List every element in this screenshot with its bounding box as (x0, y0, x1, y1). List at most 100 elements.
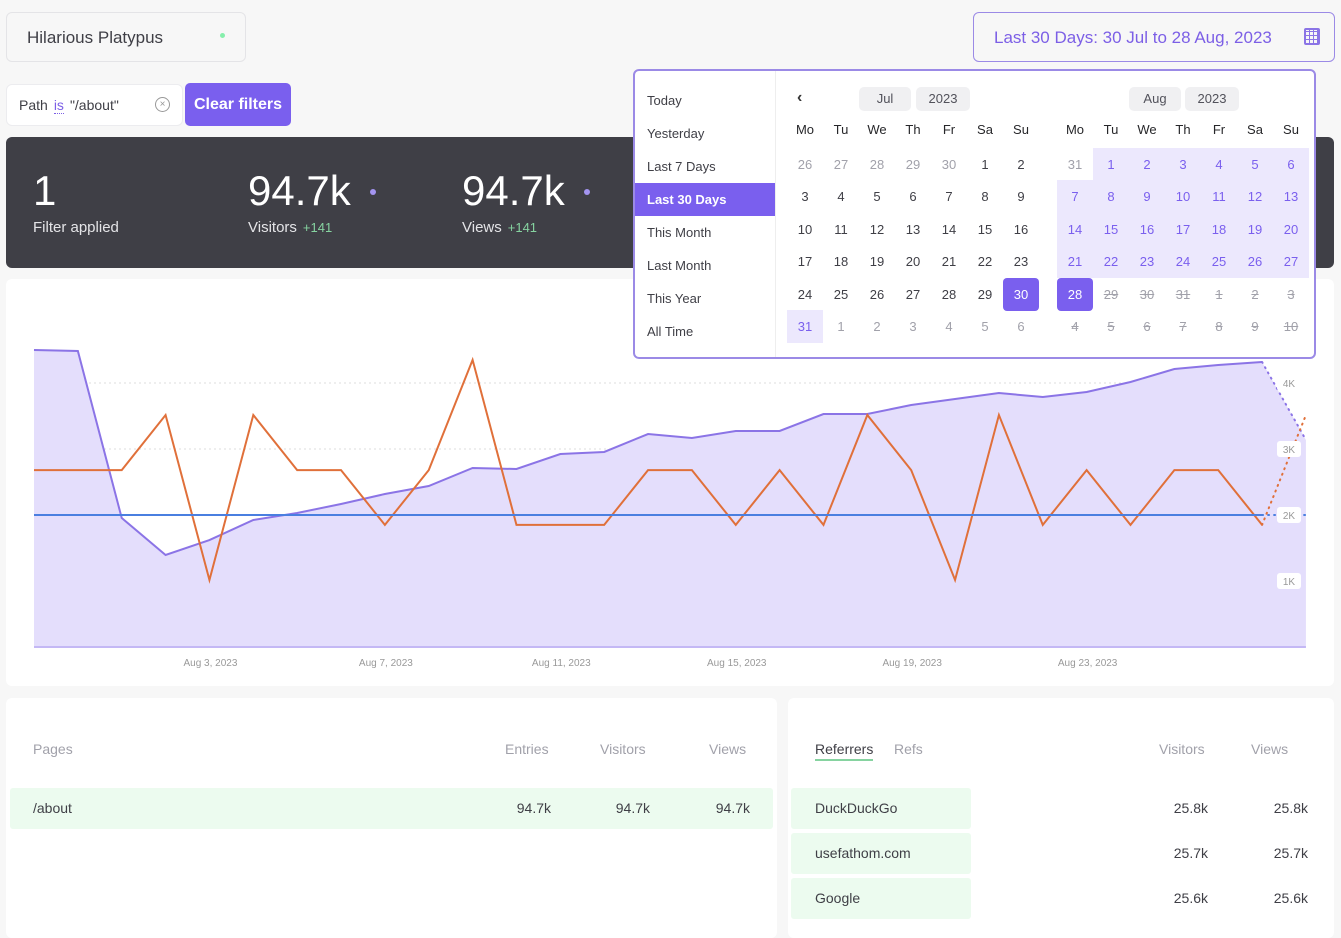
day-cell[interactable]: 16 (1129, 212, 1165, 246)
day-cell[interactable]: 10 (1165, 180, 1201, 214)
tab-referrers[interactable]: Referrers (815, 741, 874, 761)
day-cell[interactable]: 26 (1237, 245, 1273, 279)
day-cell[interactable]: 8 (967, 180, 1003, 213)
day-cell[interactable]: 16 (1003, 213, 1039, 246)
day-cell[interactable]: 2 (859, 310, 895, 343)
filter-operator[interactable]: is (53, 97, 64, 114)
day-cell[interactable]: 18 (1201, 212, 1237, 246)
day-cell[interactable]: 18 (823, 245, 859, 278)
day-cell[interactable]: 24 (1165, 245, 1201, 279)
date-range-button[interactable]: Last 30 Days: 30 Jul to 28 Aug, 2023 (973, 12, 1335, 62)
referrer-row[interactable]: DuckDuckGo (791, 788, 971, 829)
preset-yesterday[interactable]: Yesterday (635, 117, 775, 150)
day-cell[interactable]: 15 (967, 213, 1003, 246)
day-cell[interactable]: 3 (1165, 148, 1201, 181)
clear-filters-button[interactable]: Clear filters (185, 83, 291, 126)
day-cell[interactable]: 13 (895, 213, 931, 246)
day-cell[interactable]: 20 (895, 245, 931, 278)
day-cell[interactable]: 11 (1201, 180, 1237, 214)
day-cell[interactable]: 9 (1003, 180, 1039, 213)
visitors-header[interactable]: Visitors (1159, 741, 1205, 757)
day-cell[interactable]: 27 (823, 148, 859, 181)
day-cell[interactable]: 14 (931, 213, 967, 246)
day-cell[interactable]: 11 (823, 213, 859, 246)
referrer-row[interactable]: Google (791, 878, 971, 919)
day-cell[interactable]: 19 (859, 245, 895, 278)
stat-views[interactable]: 94.7k Views +141 (462, 165, 590, 236)
day-cell[interactable]: 10 (787, 213, 823, 246)
entries-header[interactable]: Entries (505, 741, 549, 757)
day-cell[interactable]: 28 (931, 278, 967, 311)
day-cell[interactable]: 24 (787, 278, 823, 311)
day-cell[interactable]: 28 (859, 148, 895, 181)
day-cell[interactable]: 23 (1129, 245, 1165, 279)
day-cell[interactable]: 25 (823, 278, 859, 311)
day-cell[interactable]: 27 (895, 278, 931, 311)
day-cell[interactable]: 29 (895, 148, 931, 181)
referrer-row[interactable]: usefathom.com (791, 833, 971, 874)
day-cell[interactable]: 3 (895, 310, 931, 343)
day-cell[interactable]: 7 (1057, 180, 1093, 214)
day-cell[interactable]: 6 (895, 180, 931, 213)
day-cell[interactable]: 22 (1093, 245, 1129, 279)
day-cell[interactable]: 31 (1057, 148, 1093, 181)
day-cell[interactable]: 31 (787, 310, 823, 343)
day-cell[interactable]: 2 (1003, 148, 1039, 181)
day-cell[interactable]: 30 (1003, 277, 1039, 311)
preset-this-month[interactable]: This Month (635, 216, 775, 249)
day-cell[interactable]: 5 (859, 180, 895, 213)
day-cell[interactable]: 26 (787, 148, 823, 181)
day-cell[interactable]: 15 (1093, 212, 1129, 246)
day-cell[interactable]: 22 (967, 245, 1003, 278)
day-cell[interactable]: 1 (1093, 148, 1129, 181)
day-cell[interactable]: 1 (823, 310, 859, 343)
preset-today[interactable]: Today (635, 84, 775, 117)
site-selector[interactable]: Hilarious Platypus (6, 12, 246, 62)
day-cell[interactable]: 30 (931, 148, 967, 181)
views-header[interactable]: Views (1251, 741, 1288, 757)
month-select[interactable]: Aug (1129, 87, 1181, 111)
day-cell[interactable]: 23 (1003, 245, 1039, 278)
day-cell[interactable]: 6 (1003, 310, 1039, 343)
day-cell[interactable]: 4 (1201, 148, 1237, 181)
views-header[interactable]: Views (709, 741, 746, 757)
day-cell[interactable]: 12 (1237, 180, 1273, 214)
preset-last-30-days[interactable]: Last 30 Days (635, 183, 775, 216)
filter-chip[interactable]: Path is "/about" × (6, 84, 183, 126)
day-cell[interactable]: 19 (1237, 212, 1273, 246)
day-cell[interactable]: 4 (931, 310, 967, 343)
table-row[interactable]: /about 94.7k 94.7k 94.7k (10, 788, 773, 829)
day-cell[interactable]: 27 (1273, 245, 1309, 279)
visitors-header[interactable]: Visitors (600, 741, 646, 757)
preset-last-month[interactable]: Last Month (635, 249, 775, 282)
day-cell[interactable]: 21 (1057, 245, 1093, 279)
day-cell[interactable]: 12 (859, 213, 895, 246)
day-cell[interactable]: 17 (787, 245, 823, 278)
day-cell[interactable]: 20 (1273, 212, 1309, 246)
preset-last-7-days[interactable]: Last 7 Days (635, 150, 775, 183)
day-cell[interactable]: 1 (967, 148, 1003, 181)
day-cell[interactable]: 2 (1129, 148, 1165, 181)
day-cell[interactable]: 8 (1093, 180, 1129, 214)
remove-filter-icon[interactable]: × (155, 97, 170, 112)
tab-refs[interactable]: Refs (894, 741, 923, 757)
chevron-left-icon[interactable]: ‹ (797, 89, 802, 107)
month-select[interactable]: Jul (859, 87, 911, 111)
day-cell[interactable]: 7 (931, 180, 967, 213)
day-cell[interactable]: 3 (787, 180, 823, 213)
day-cell[interactable]: 13 (1273, 180, 1309, 214)
year-select[interactable]: 2023 (1185, 87, 1239, 111)
preset-this-year[interactable]: This Year (635, 282, 775, 315)
day-cell[interactable]: 14 (1057, 212, 1093, 246)
year-select[interactable]: 2023 (916, 87, 970, 111)
day-cell[interactable]: 29 (967, 278, 1003, 311)
day-cell[interactable]: 21 (931, 245, 967, 278)
day-cell[interactable]: 25 (1201, 245, 1237, 279)
day-cell[interactable]: 5 (1237, 148, 1273, 181)
day-cell[interactable]: 4 (823, 180, 859, 213)
day-cell[interactable]: 5 (967, 310, 1003, 343)
day-cell[interactable]: 6 (1273, 148, 1309, 181)
day-cell[interactable]: 26 (859, 278, 895, 311)
day-cell[interactable]: 9 (1129, 180, 1165, 214)
preset-all-time[interactable]: All Time (635, 315, 775, 348)
